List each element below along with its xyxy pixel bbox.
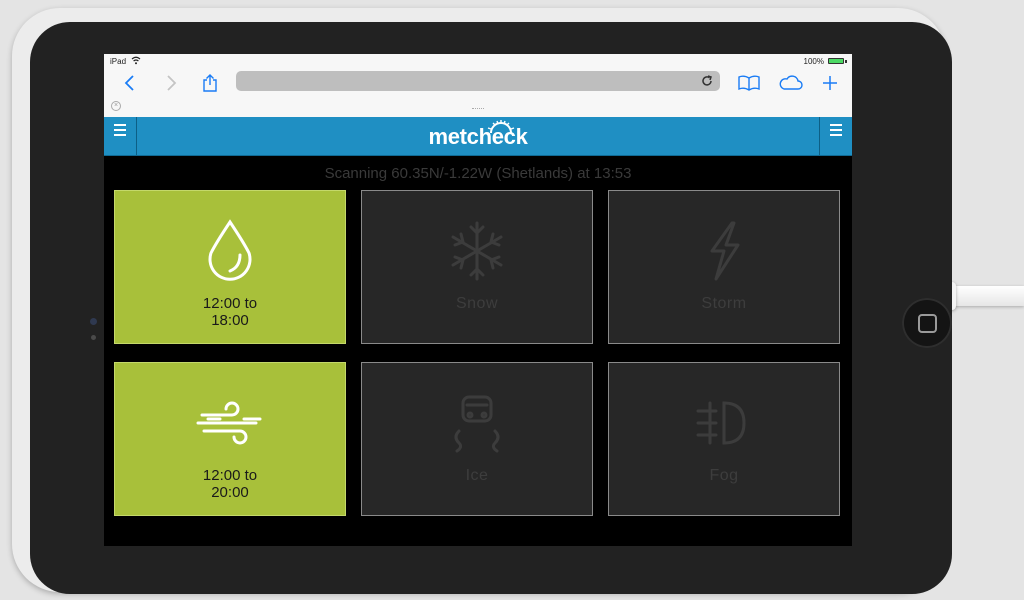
tile-storm[interactable]: Storm: [608, 190, 840, 344]
wifi-icon: [131, 56, 141, 65]
tab-drag-handle[interactable]: [472, 108, 484, 111]
open-book-icon: [738, 75, 760, 91]
tile-rain[interactable]: 12:00 to 18:00: [114, 190, 346, 344]
battery-icon: [828, 58, 844, 64]
cloud-icon: [779, 75, 803, 90]
tile-label: 12:00 to 20:00: [202, 467, 258, 501]
bookmarks-button[interactable]: [734, 68, 764, 98]
tablet-screen: iPad 100% × metcheck Scanning 60.35N/-1.…: [104, 54, 852, 546]
wind-icon: [196, 401, 262, 445]
icloud-tabs-button[interactable]: [776, 68, 806, 98]
battery-percent: 100%: [803, 57, 824, 66]
new-tab-button[interactable]: [815, 68, 845, 98]
tile-snow[interactable]: Snow: [361, 190, 593, 344]
share-icon: [203, 74, 217, 92]
share-button[interactable]: [195, 68, 225, 98]
plus-icon: [823, 76, 837, 90]
front-camera: [90, 318, 97, 325]
forward-button[interactable]: [156, 68, 186, 98]
site-logo[interactable]: metcheck: [104, 124, 852, 150]
tile-label: Snow: [455, 295, 499, 312]
tile-label: 12:00 to 18:00: [202, 295, 258, 329]
tile-wind[interactable]: 12:00 to 20:00: [114, 362, 346, 516]
device-name: iPad: [110, 57, 127, 66]
browser-toolbar: iPad 100% ×: [104, 54, 852, 118]
home-button[interactable]: [902, 298, 952, 348]
skidding-car-icon: [454, 395, 500, 453]
scan-status-text: Scanning 60.35N/-1.22W (Shetlands) at 13…: [324, 165, 632, 182]
battery-tip: [845, 60, 847, 63]
reload-icon[interactable]: [700, 74, 714, 88]
tile-label: Ice: [465, 467, 489, 484]
status-bar: iPad 100%: [104, 54, 852, 68]
right-menu-button[interactable]: [819, 117, 852, 155]
chevron-right-icon: [167, 75, 177, 91]
back-button[interactable]: [115, 68, 145, 98]
raindrop-icon: [208, 219, 252, 281]
browser-nav-row: [104, 68, 852, 98]
fog-light-icon: [696, 401, 746, 445]
lightning-icon: [710, 221, 740, 281]
hamburger-icon: [830, 124, 842, 139]
address-bar[interactable]: [236, 71, 720, 91]
tile-ice[interactable]: Ice: [361, 362, 593, 516]
light-sensor: [91, 335, 96, 340]
tile-label: Fog: [709, 467, 739, 484]
tile-fog[interactable]: Fog: [608, 362, 840, 516]
site-header: metcheck: [104, 117, 852, 156]
tab-strip: ×: [104, 98, 852, 116]
tile-label: Storm: [701, 295, 747, 312]
home-square-icon: [917, 313, 937, 333]
close-tab-icon[interactable]: ×: [111, 101, 121, 111]
snowflake-icon: [451, 221, 503, 281]
chevron-left-icon: [124, 75, 134, 91]
